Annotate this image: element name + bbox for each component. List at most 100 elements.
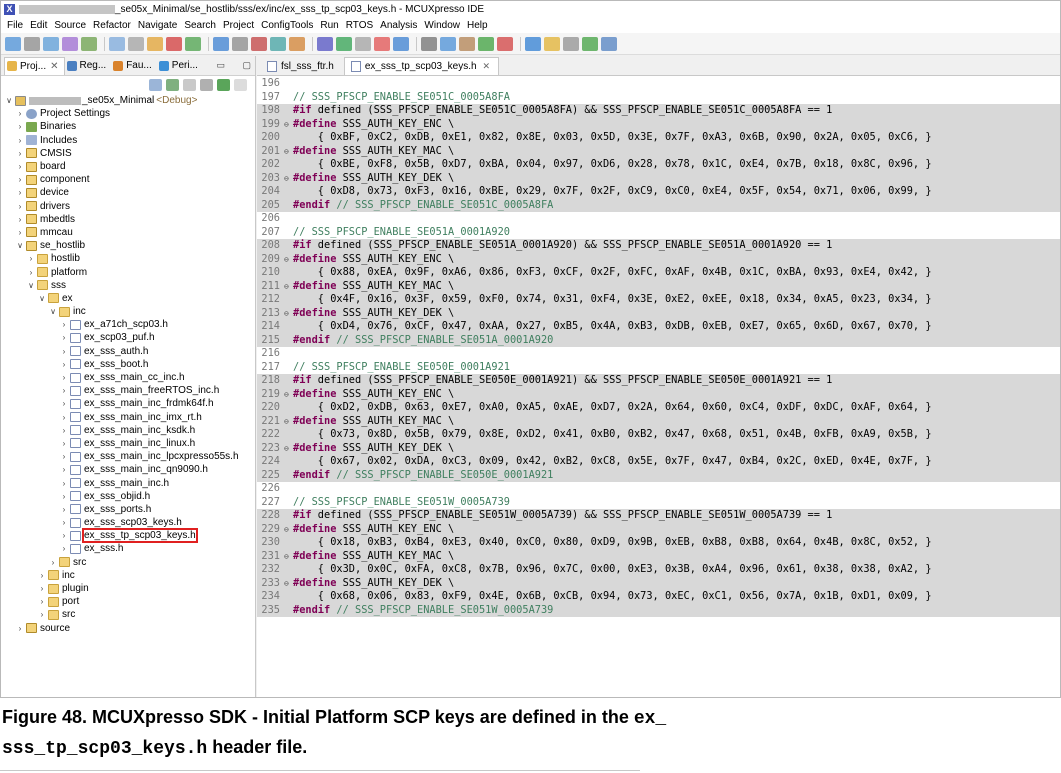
fold-toggle-icon[interactable]: ⊖ [284,415,293,429]
menu-rtos[interactable]: RTOS [343,20,377,31]
menu-refactor[interactable]: Refactor [90,20,135,31]
code-line[interactable]: 232 { 0x3D, 0x0C, 0xFA, 0xC8, 0x7B, 0x96… [257,563,1060,577]
fold-toggle-icon[interactable]: ⊖ [284,550,293,564]
code-line[interactable]: 213 ⊖ #define SSS_AUTH_KEY_DEK \ [257,306,1060,320]
tree-item-ex-sss-ports-h[interactable]: › ex_sss_ports.h [1,503,255,516]
tree-item-plugin[interactable]: › plugin [1,582,255,595]
close-icon[interactable]: ✕ [483,61,491,72]
toolbar-button-icon[interactable] [601,36,617,51]
code-line[interactable]: 231 ⊖ #define SSS_AUTH_KEY_MAC \ [257,549,1060,564]
chevron-right-icon[interactable]: › [15,109,25,118]
fold-toggle-icon[interactable]: ⊖ [284,577,293,591]
chevron-right-icon[interactable]: › [59,386,69,395]
view-menu-icon[interactable] [200,79,213,91]
chevron-right-icon[interactable]: › [59,373,69,382]
code-line[interactable]: 206 [257,212,1060,226]
tree-root-project[interactable]: ∨ _se05x_Minimal <Debug> [1,94,255,107]
tree-item-ex-sss-scp03-keys-h[interactable]: › ex_sss_scp03_keys.h [1,516,255,529]
code-line[interactable]: 230 { 0x18, 0xB3, 0xB4, 0xE3, 0x40, 0xC0… [257,536,1060,550]
chevron-right-icon[interactable]: › [59,531,69,540]
code-line[interactable]: 235 #endif // SSS_PFSCP_ENABLE_SE051W_000… [257,603,1060,617]
toolbar-button-icon[interactable] [62,36,78,51]
tree-item-ex-sss-main-inc-frdmk64f-h[interactable]: › ex_sss_main_inc_frdmk64f.h [1,397,255,410]
code-line[interactable]: 209 ⊖ #define SSS_AUTH_KEY_ENC \ [257,252,1060,266]
toolbar-button-icon[interactable] [440,36,456,51]
fold-toggle-icon[interactable]: ⊖ [284,280,293,294]
code-line[interactable]: 198 #if defined (SSS_PFSCP_ENABLE_SE051C_… [257,104,1060,118]
chevron-right-icon[interactable]: › [59,347,69,356]
chevron-right-icon[interactable]: › [48,558,58,567]
code-editor[interactable]: 196 197 // SSS_PFSCP_ENABLE_SE051C_0005A8F… [257,77,1060,617]
tree-item-ex-sss-main-inc-h[interactable]: › ex_sss_main_inc.h [1,476,255,489]
code-line[interactable]: 228 #if defined (SSS_PFSCP_ENABLE_SE051W_… [257,509,1060,523]
toolbar-button-icon[interactable] [289,36,305,51]
code-line[interactable]: 200 { 0xBF, 0xC2, 0xDB, 0xE1, 0x82, 0x8E… [257,131,1060,145]
toolbar-button-icon[interactable] [525,36,541,51]
chevron-right-icon[interactable]: › [37,610,47,619]
code-line[interactable]: 207 // SSS_PFSCP_ENABLE_SE051A_0001A920 [257,226,1060,240]
toolbar-button-icon[interactable] [544,36,560,51]
code-line[interactable]: 208 #if defined (SSS_PFSCP_ENABLE_SE051A_… [257,239,1060,253]
tree-item-drivers[interactable]: › drivers [1,200,255,213]
toolbar-button-icon[interactable] [128,36,144,51]
code-line[interactable]: 227 // SSS_PFSCP_ENABLE_SE051W_0005A739 [257,496,1060,510]
menu-source[interactable]: Source [51,20,90,31]
filter-icon[interactable] [183,79,196,91]
toolbar-button-icon[interactable] [355,36,371,51]
toolbar-button-icon[interactable] [147,36,163,51]
fold-toggle-icon[interactable]: ⊖ [284,388,293,402]
chevron-right-icon[interactable]: › [59,426,69,435]
chevron-right-icon[interactable]: › [59,505,69,514]
code-line[interactable]: 203 ⊖ #define SSS_AUTH_KEY_DEK \ [257,171,1060,185]
chevron-right-icon[interactable]: › [59,518,69,527]
tree-item-ex-sss-tp-scp03-keys-h[interactable]: › ex_sss_tp_scp03_keys.h [1,528,255,544]
toolbar-button-icon[interactable] [43,36,59,51]
code-line[interactable]: 214 { 0xD4, 0x76, 0xCF, 0x47, 0xAA, 0x27… [257,320,1060,334]
tree-item-ex-sss-objid-h[interactable]: › ex_sss_objid.h [1,490,255,503]
chevron-right-icon[interactable]: › [15,149,25,158]
toolbar-button-icon[interactable] [459,36,475,51]
menu-navigate[interactable]: Navigate [135,20,181,31]
chevron-right-icon[interactable]: › [59,360,69,369]
tree-item-ex-sss-boot-h[interactable]: › ex_sss_boot.h [1,358,255,371]
tree-item-ex-a71ch-scp03-h[interactable]: › ex_a71ch_scp03.h [1,318,255,331]
code-line[interactable]: 197 // SSS_PFSCP_ENABLE_SE051C_0005A8FA [257,91,1060,105]
fold-toggle-icon[interactable]: ⊖ [284,442,293,456]
collapse-all-icon[interactable] [149,79,162,91]
code-line[interactable]: 224 { 0x67, 0x02, 0xDA, 0xC3, 0x09, 0x42… [257,455,1060,469]
tree-item-device[interactable]: › device [1,186,255,199]
tree-item-ex[interactable]: ∨ ex [1,292,255,305]
tree-item-cmsis[interactable]: › CMSIS [1,147,255,160]
code-line[interactable]: 222 { 0x73, 0x8D, 0x5B, 0x79, 0x8E, 0xD2… [257,428,1060,442]
menu-project[interactable]: Project [220,20,258,31]
tab-ex-sss-tp-scp03-keys[interactable]: ex_sss_tp_scp03_keys.h ✕ [343,57,500,75]
chevron-right-icon[interactable]: › [59,399,69,408]
tree-item-project-settings[interactable]: › Project Settings [1,107,255,120]
chevron-right-icon[interactable]: › [37,584,47,593]
chevron-down-icon[interactable]: ∨ [4,96,14,105]
chevron-right-icon[interactable]: › [59,492,69,501]
chevron-right-icon[interactable]: › [15,624,25,633]
tree-item-inc[interactable]: › inc [1,569,255,582]
menu-run[interactable]: Run [317,20,342,31]
chevron-right-icon[interactable]: › [15,136,25,145]
tree-item-component[interactable]: › component [1,173,255,186]
tree-item-port[interactable]: › port [1,595,255,608]
tree-item-ex-sss-main-inc-lpcxpresso55s-h[interactable]: › ex_sss_main_inc_lpcxpresso55s.h [1,450,255,463]
chevron-right-icon[interactable]: › [37,571,47,580]
toolbar-button-icon[interactable] [81,36,97,51]
tree-item-ex-sss-h[interactable]: › ex_sss.h [1,542,255,555]
tree-item-ex-sss-auth-h[interactable]: › ex_sss_auth.h [1,345,255,358]
menu-edit[interactable]: Edit [27,20,51,31]
toolbar-button-icon[interactable] [563,36,579,51]
chevron-right-icon[interactable]: › [59,465,69,474]
toolbar-button-icon[interactable] [317,36,333,51]
code-line[interactable]: 205 #endif // SSS_PFSCP_ENABLE_SE051C_000… [257,198,1060,212]
code-line[interactable]: 202 { 0xBE, 0xF8, 0x5B, 0xD7, 0xBA, 0x04… [257,158,1060,172]
code-line[interactable]: 226 [257,482,1060,496]
code-line[interactable]: 219 ⊖ #define SSS_AUTH_KEY_ENC \ [257,387,1060,402]
chevron-right-icon[interactable]: › [59,333,69,342]
toolbar-button-icon[interactable] [497,36,513,51]
tree-item-ex-sss-main-inc-linux-h[interactable]: › ex_sss_main_inc_linux.h [1,437,255,450]
toolbar-button-icon[interactable] [185,36,201,51]
